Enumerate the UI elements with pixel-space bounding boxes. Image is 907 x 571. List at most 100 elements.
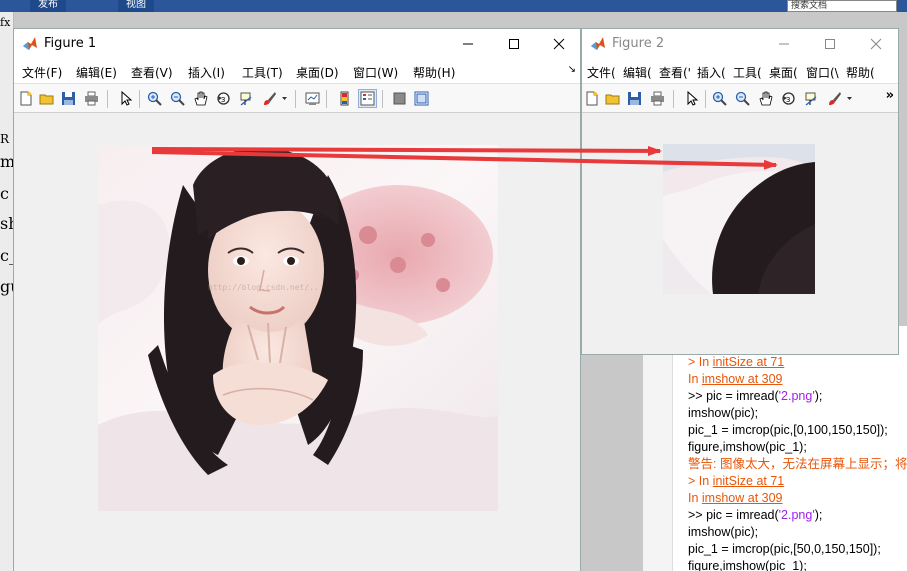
menu-window[interactable]: 窗口(W) (353, 64, 398, 81)
command-text: figure,imshow(pic_1); (688, 440, 807, 454)
figure-1-title: Figure 1 (44, 36, 97, 51)
figure-2-titlebar[interactable]: Figure 2 (582, 29, 898, 59)
doc-search-input[interactable]: 搜索文档 (787, 0, 897, 12)
open-folder-icon (605, 94, 620, 105)
menu-desktop[interactable]: 桌面(D) (296, 64, 339, 81)
save-icon (628, 92, 641, 105)
command-line: >> pic = imread('2.png'); (688, 507, 907, 524)
menu-insert[interactable]: 插入(I) (188, 64, 225, 81)
command-text: pic_1 = imcrop(pic,[50,0,150,150]); (688, 542, 881, 556)
save-button[interactable] (626, 90, 643, 107)
menu-edit[interactable]: 编辑( (623, 64, 652, 81)
image-display: http://blog.csdn.net/.. (98, 145, 498, 511)
new-file-icon (20, 91, 32, 106)
command-text: '2.png' (778, 508, 815, 522)
pan-button[interactable] (757, 90, 774, 107)
command-line: pic_1 = imcrop(pic,[0,100,150,150]); (688, 422, 907, 439)
figure-2-window[interactable]: Figure 2 文件( 编辑( 查看(' 插入( 工具( 桌面( 窗口(\ 帮… (581, 28, 899, 355)
edit-plot-button[interactable] (117, 90, 134, 107)
menu-tools[interactable]: 工具( (733, 64, 762, 81)
menu-file[interactable]: 文件(F) (22, 64, 62, 81)
toolbar-separator (139, 90, 140, 108)
ribbon-tab-view[interactable]: 视图 (118, 0, 154, 12)
data-cursor-button[interactable] (238, 90, 255, 107)
command-link[interactable]: initSize at 71 (713, 474, 785, 488)
toolbar-overflow-button[interactable]: » (886, 88, 894, 103)
figure-2-toolbar: 3 » (582, 83, 898, 113)
command-link[interactable]: imshow at 309 (702, 491, 783, 505)
link-plot-button[interactable] (304, 90, 321, 107)
command-line: pic_1 = imcrop(pic,[50,0,150,150]); (688, 541, 907, 558)
insert-colorbar-button[interactable] (336, 90, 353, 107)
rotate-3d-button[interactable]: 3 (780, 90, 797, 107)
command-text: > In (688, 355, 713, 369)
menu-edit[interactable]: 编辑(E) (76, 64, 117, 81)
print-button[interactable] (649, 90, 666, 107)
menu-insert[interactable]: 插入( (697, 64, 726, 81)
new-figure-button[interactable] (17, 90, 34, 107)
arrow-cursor-icon (121, 91, 133, 106)
menu-help[interactable]: 帮助(H) (413, 64, 455, 81)
rotate-3d-button[interactable]: 3 (215, 90, 232, 107)
data-cursor-icon (240, 92, 252, 106)
brush-button[interactable] (826, 90, 843, 107)
command-link[interactable]: imshow at 309 (702, 372, 783, 386)
menu-file[interactable]: 文件( (587, 64, 616, 81)
print-icon (85, 91, 98, 106)
pan-button[interactable] (192, 90, 209, 107)
menu-view[interactable]: 查看(V) (131, 64, 173, 81)
close-icon (553, 38, 565, 50)
open-file-button[interactable] (604, 90, 621, 107)
menu-view[interactable]: 查看(' (659, 64, 691, 81)
link-plot-icon (305, 92, 320, 105)
close-button[interactable] (536, 29, 582, 59)
data-cursor-icon (805, 92, 817, 106)
figure-2-title: Figure 2 (612, 36, 665, 51)
brush-button[interactable] (261, 90, 278, 107)
chevron-down-icon (282, 97, 287, 100)
zoom-in-button[interactable] (711, 90, 728, 107)
command-line: > In initSize at 71 (688, 473, 907, 490)
command-link[interactable]: initSize at 71 (713, 355, 785, 369)
minimize-icon (463, 43, 473, 45)
minimize-button[interactable] (761, 29, 807, 59)
hide-plot-tools-button[interactable] (391, 90, 408, 107)
new-figure-button[interactable] (583, 90, 600, 107)
figure-1-titlebar[interactable]: Figure 1 (14, 29, 580, 59)
dock-arrow-icon[interactable]: ↘ (568, 64, 576, 75)
menu-help[interactable]: 帮助( (846, 64, 875, 81)
menu-tools[interactable]: 工具(T) (242, 64, 283, 81)
zoom-in-button[interactable] (146, 90, 163, 107)
save-button[interactable] (60, 90, 77, 107)
toolbar-separator (705, 90, 706, 108)
matlab-logo-icon (23, 37, 37, 50)
brush-dropdown[interactable] (280, 90, 289, 107)
menu-window[interactable]: 窗口(\ (806, 64, 839, 81)
figure-2-menubar: 文件( 编辑( 查看(' 插入( 工具( 桌面( 窗口(\ 帮助( (582, 59, 898, 83)
menu-desktop[interactable]: 桌面( (769, 64, 798, 81)
minimize-button[interactable] (445, 29, 491, 59)
new-file-icon (586, 91, 598, 106)
maximize-button[interactable] (807, 29, 853, 59)
data-cursor-button[interactable] (803, 90, 820, 107)
edit-plot-button[interactable] (683, 90, 700, 107)
zoom-out-button[interactable] (169, 90, 186, 107)
close-button[interactable] (853, 29, 899, 59)
brush-icon (829, 92, 841, 105)
ribbon-tab-publish[interactable]: 发布 (30, 0, 66, 12)
show-plot-tools-button[interactable] (413, 90, 430, 107)
brush-dropdown[interactable] (845, 90, 854, 107)
open-file-button[interactable] (38, 90, 55, 107)
toolbar-separator (673, 90, 674, 108)
figure-1-canvas[interactable]: http://blog.csdn.net/.. (14, 113, 580, 571)
chevron-down-icon (847, 97, 852, 100)
figure-2-canvas[interactable] (582, 113, 898, 354)
print-button[interactable] (83, 90, 100, 107)
maximize-button[interactable] (491, 29, 537, 59)
insert-legend-button[interactable] (358, 89, 377, 108)
zoom-out-button[interactable] (734, 90, 751, 107)
figure-1-window[interactable]: Figure 1 文件(F) 编辑(E) 查看(V) 插入(I) 工具(T) 桌… (13, 28, 581, 571)
command-text: >> pic = imread( (688, 389, 779, 403)
figure-1-menubar: 文件(F) 编辑(E) 查看(V) 插入(I) 工具(T) 桌面(D) 窗口(W… (14, 59, 580, 83)
command-text: >> pic = imread( (688, 508, 779, 522)
